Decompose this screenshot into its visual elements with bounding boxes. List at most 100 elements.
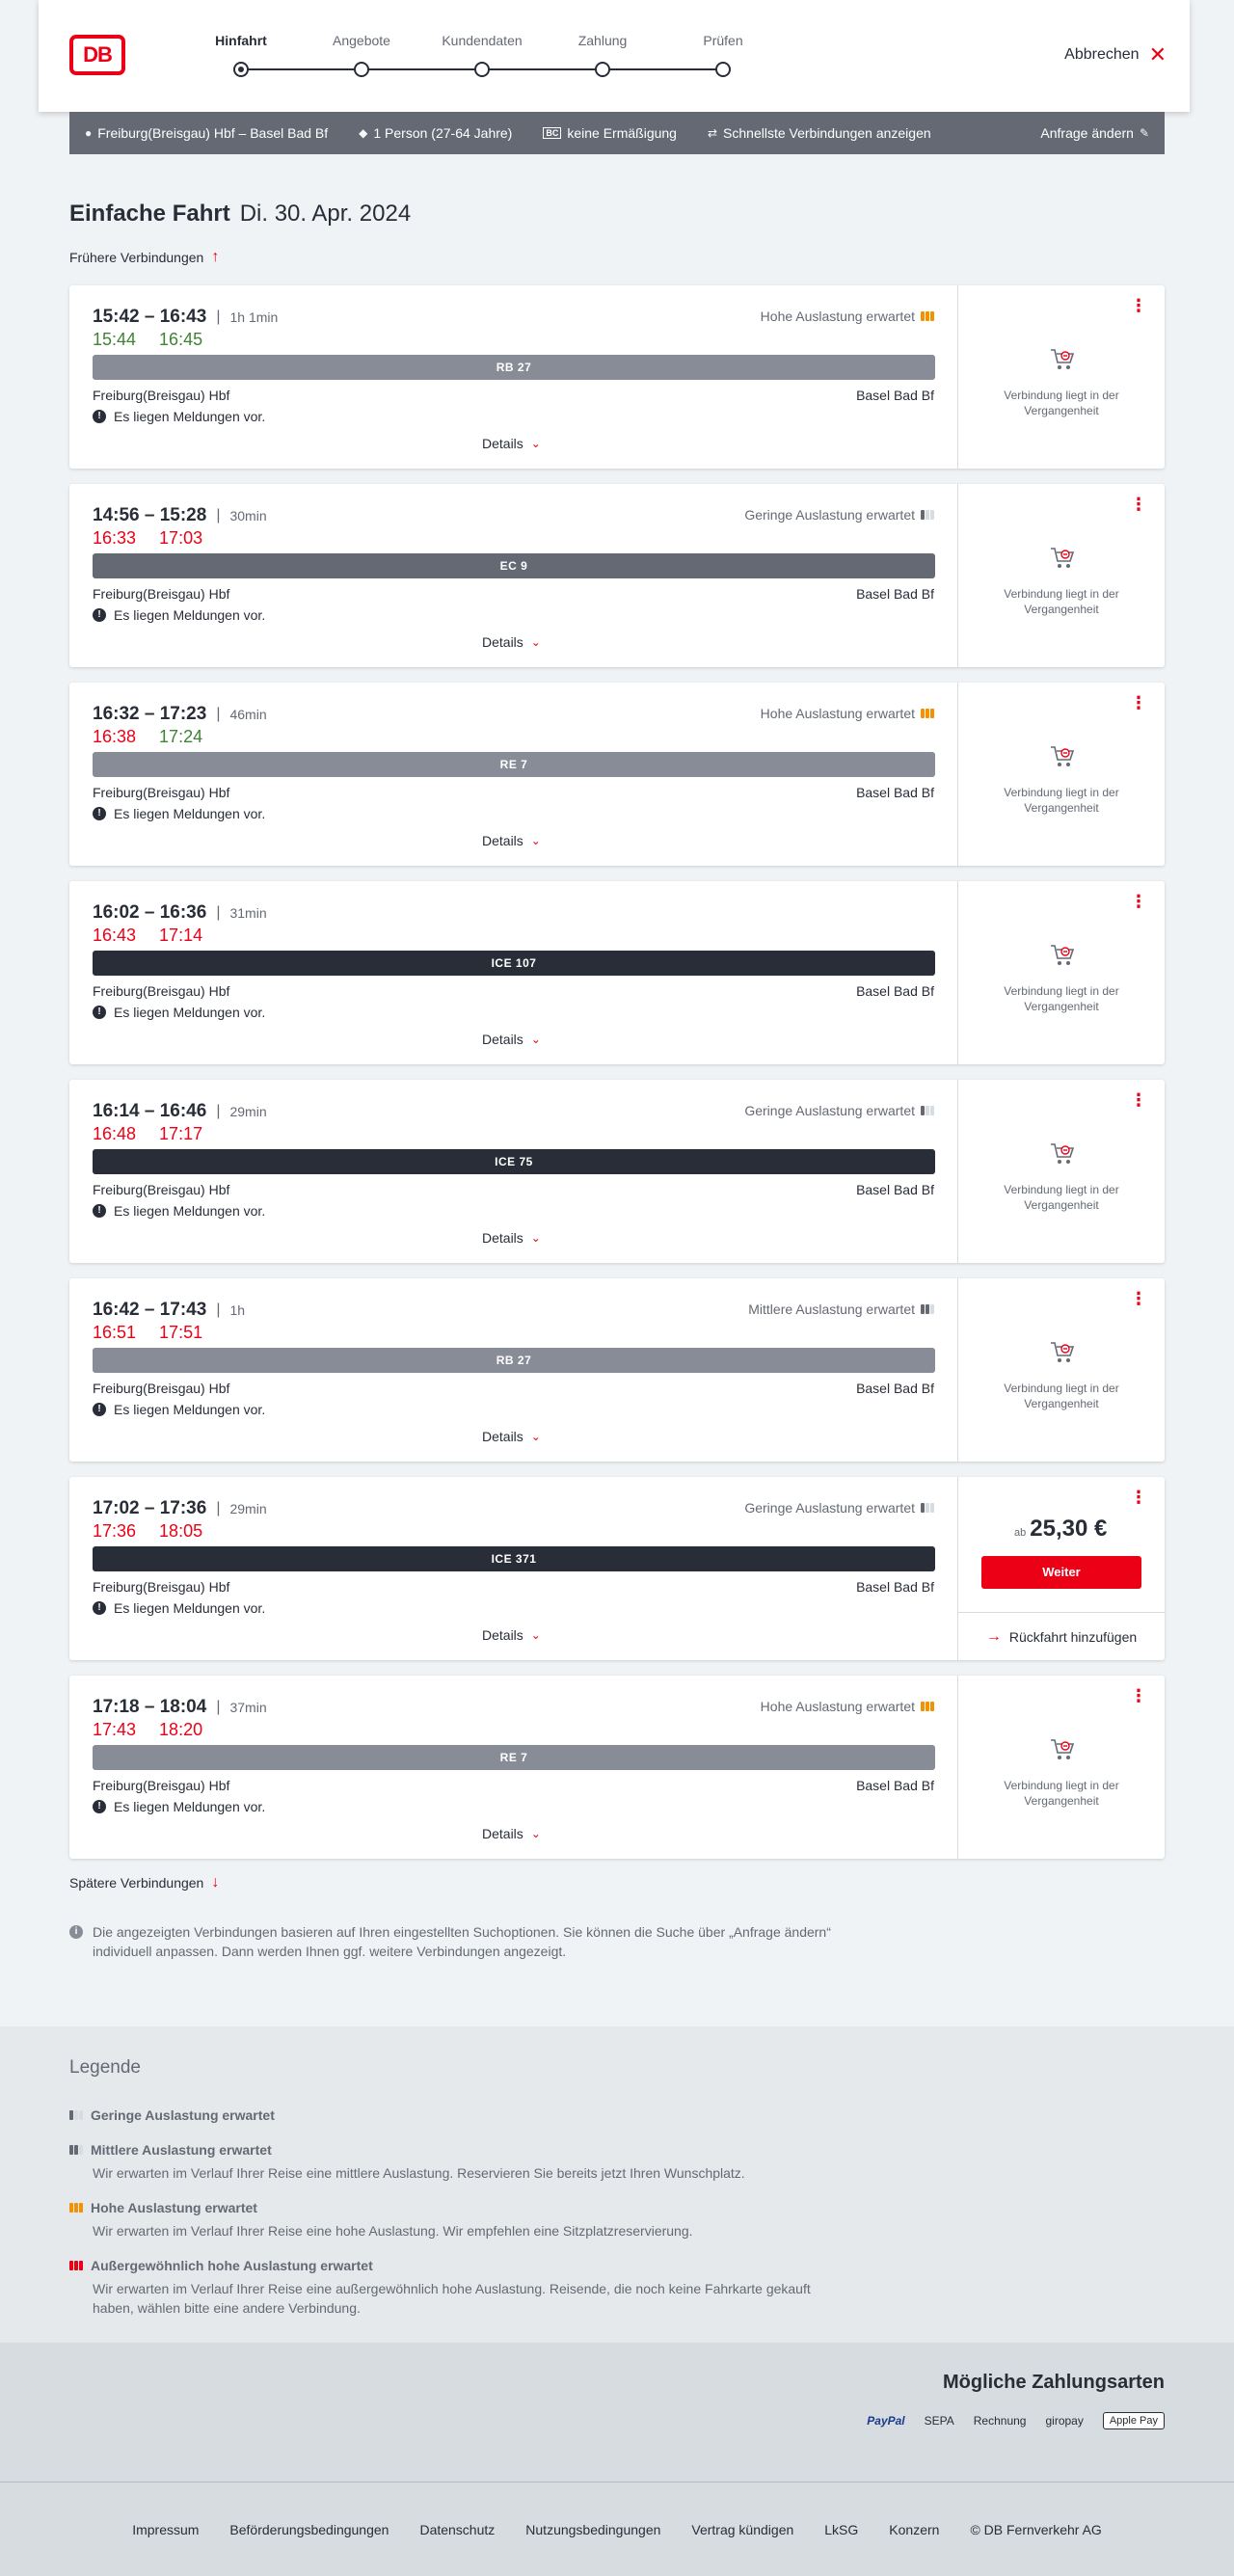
past-connection-note: Verbindung liegt in der Vergangenheit <box>1004 389 1119 417</box>
footer-link-befoerderungsbedingungen[interactable]: Beförderungsbedingungen <box>229 2522 389 2537</box>
connection-times: 16:42 – 17:43 | 1h <box>93 1300 245 1321</box>
more-options-icon[interactable]: ⋮ <box>1130 893 1147 910</box>
connection-details: 17:18 – 18:04 | 37min 17:43 18:20 Hohe Auslas… <box>69 1676 958 1859</box>
details-label: Details <box>482 1429 523 1444</box>
arrow-up-icon: ↑ <box>211 249 220 265</box>
fastest-connections-option: ⇄ Schnellste Verbindungen anzeigen <box>708 125 931 141</box>
connection-times: 17:02 – 17:36 | 29min <box>93 1498 267 1519</box>
details-toggle[interactable]: Details ⌄ <box>482 436 541 451</box>
origin-station: Freiburg(Breisgau) Hbf <box>93 1579 230 1595</box>
realtime-arrival: 18:20 <box>159 1720 203 1739</box>
realtime-arrival: 18:05 <box>159 1521 203 1541</box>
shopping-cart-icon <box>1051 945 1075 965</box>
details-toggle[interactable]: Details ⌄ <box>482 1429 541 1444</box>
offer-panel: ⋮ ab 25,30 € Weiter → Rückfahrt hinzufügen <box>958 1477 1165 1660</box>
sepa-icon: SEPA <box>924 2414 954 2428</box>
price: ab 25,30 € <box>1014 1516 1107 1543</box>
connection-times: 17:18 – 18:04 | 37min <box>93 1697 267 1718</box>
chevron-down-icon: ⌄ <box>530 1231 541 1245</box>
occupancy-forecast: Mittlere Auslastung erwartet <box>748 1301 934 1317</box>
step-pruefen: Prüfen <box>665 33 781 77</box>
train-bar[interactable]: ICE 75 <box>93 1149 935 1174</box>
legend-item: Geringe Auslastung erwartet <box>69 2107 841 2123</box>
disruption-text: Es liegen Meldungen vor. <box>114 1203 266 1219</box>
destination-station: Basel Bad Bf <box>856 1182 934 1197</box>
connection-card: 16:32 – 17:23 | 46min 16:38 17:24 Hohe Auslas… <box>69 683 1165 866</box>
details-toggle[interactable]: Details ⌄ <box>482 634 541 650</box>
realtime-times: 15:44 16:45 <box>93 330 202 350</box>
route-text: Freiburg(Breisgau) Hbf – Basel Bad Bf <box>97 125 329 141</box>
footer-link-vertrag-kuendigen[interactable]: Vertrag kündigen <box>691 2522 793 2537</box>
details-label: Details <box>482 1230 523 1246</box>
location-pin-icon: ● <box>85 126 93 140</box>
train-bar[interactable]: RB 27 <box>93 1348 935 1373</box>
more-options-icon[interactable]: ⋮ <box>1130 297 1147 314</box>
alert-icon: ! <box>93 1006 106 1019</box>
scheduled-times: 17:02 – 17:36 <box>93 1498 207 1518</box>
legend-item-description: Wir erwarten im Verlauf Ihrer Reise eine… <box>93 2165 745 2181</box>
change-request-button[interactable]: Anfrage ändern ✎ <box>1040 125 1149 141</box>
train-bar[interactable]: EC 9 <box>93 553 935 578</box>
more-options-icon[interactable]: ⋮ <box>1130 1290 1147 1307</box>
chevron-down-icon: ⌄ <box>530 1827 541 1840</box>
disruption-text: Es liegen Meldungen vor. <box>114 1005 266 1020</box>
legend-item-title: Hohe Auslastung erwartet <box>91 2200 257 2215</box>
details-label: Details <box>482 634 523 650</box>
connection-details: 16:32 – 17:23 | 46min 16:38 17:24 Hohe Auslas… <box>69 683 958 866</box>
train-bar[interactable]: RE 7 <box>93 1745 935 1770</box>
step-hinfahrt[interactable]: Hinfahrt <box>183 33 299 77</box>
realtime-times: 17:43 18:20 <box>93 1720 202 1740</box>
origin-station: Freiburg(Breisgau) Hbf <box>93 388 230 403</box>
db-logo[interactable]: DB <box>69 35 125 75</box>
details-toggle[interactable]: Details ⌄ <box>482 1627 541 1643</box>
footer-link-impressum[interactable]: Impressum <box>132 2522 199 2537</box>
earlier-connections-link[interactable]: Frühere Verbindungen ↑ <box>69 249 219 266</box>
price-value: 25,30 € <box>1030 1516 1108 1542</box>
train-bar[interactable]: RE 7 <box>93 752 935 777</box>
more-options-icon[interactable]: ⋮ <box>1130 1091 1147 1109</box>
train-bar[interactable]: ICE 107 <box>93 951 935 976</box>
realtime-departure: 17:36 <box>93 1521 137 1541</box>
details-toggle[interactable]: Details ⌄ <box>482 1230 541 1246</box>
realtime-arrival: 17:17 <box>159 1124 203 1143</box>
offer-panel: ⋮ Verbindung liegt in der Vergangenheit <box>958 1080 1165 1263</box>
occupancy-icon <box>921 1106 934 1115</box>
more-options-icon[interactable]: ⋮ <box>1130 496 1147 513</box>
more-options-icon[interactable]: ⋮ <box>1130 1687 1147 1704</box>
continue-button[interactable]: Weiter <box>981 1556 1141 1589</box>
past-connection-note: Verbindung liegt in der Vergangenheit <box>1004 1382 1119 1410</box>
occupancy-icon <box>921 311 934 321</box>
train-bar[interactable]: ICE 371 <box>93 1546 935 1571</box>
train-bar[interactable]: RB 27 <box>93 355 935 380</box>
footer-copyright: © DB Fernverkehr AG <box>970 2521 1102 2537</box>
add-return-trip-button[interactable]: → Rückfahrt hinzufügen <box>958 1612 1165 1660</box>
realtime-departure: 16:48 <box>93 1124 137 1143</box>
duration: 29min <box>229 1501 267 1516</box>
duration: 31min <box>229 905 267 921</box>
footer-link-nutzungsbedingungen[interactable]: Nutzungsbedingungen <box>525 2522 660 2537</box>
realtime-arrival: 16:45 <box>159 330 203 349</box>
footer-link-konzern[interactable]: Konzern <box>889 2522 939 2537</box>
details-toggle[interactable]: Details ⌄ <box>482 1826 541 1841</box>
occupancy-forecast: Geringe Auslastung erwartet <box>744 1500 934 1516</box>
cancel-label: Abbrechen <box>1064 46 1140 63</box>
realtime-arrival: 17:51 <box>159 1323 203 1342</box>
details-toggle[interactable]: Details ⌄ <box>482 833 541 848</box>
more-options-icon[interactable]: ⋮ <box>1130 694 1147 711</box>
later-connections-link[interactable]: Spätere Verbindungen ↓ <box>69 1874 219 1892</box>
duration: 46min <box>229 707 267 722</box>
legend-item-description: Wir erwarten im Verlauf Ihrer Reise eine… <box>93 2223 693 2239</box>
legend-item-title: Außergewöhnlich hohe Auslastung erwartet <box>91 2258 373 2273</box>
occupancy-text: Hohe Auslastung erwartet <box>760 1699 915 1714</box>
footer-link-datenschutz[interactable]: Datenschutz <box>419 2522 495 2537</box>
details-label: Details <box>482 1627 523 1643</box>
details-toggle[interactable]: Details ⌄ <box>482 1032 541 1047</box>
footer-link-lksg[interactable]: LkSG <box>824 2522 858 2537</box>
cancel-button[interactable]: Abbrechen ✕ <box>1064 44 1167 66</box>
search-summary-bar: ● Freiburg(Breisgau) Hbf – Basel Bad Bf … <box>69 112 1165 154</box>
step-dot <box>354 62 369 77</box>
footer: Impressum Beförderungsbedingungen Datens… <box>0 2482 1234 2576</box>
more-options-icon[interactable]: ⋮ <box>1130 1489 1147 1506</box>
step-label: Hinfahrt <box>215 33 267 48</box>
scheduled-times: 16:02 – 16:36 <box>93 902 207 923</box>
